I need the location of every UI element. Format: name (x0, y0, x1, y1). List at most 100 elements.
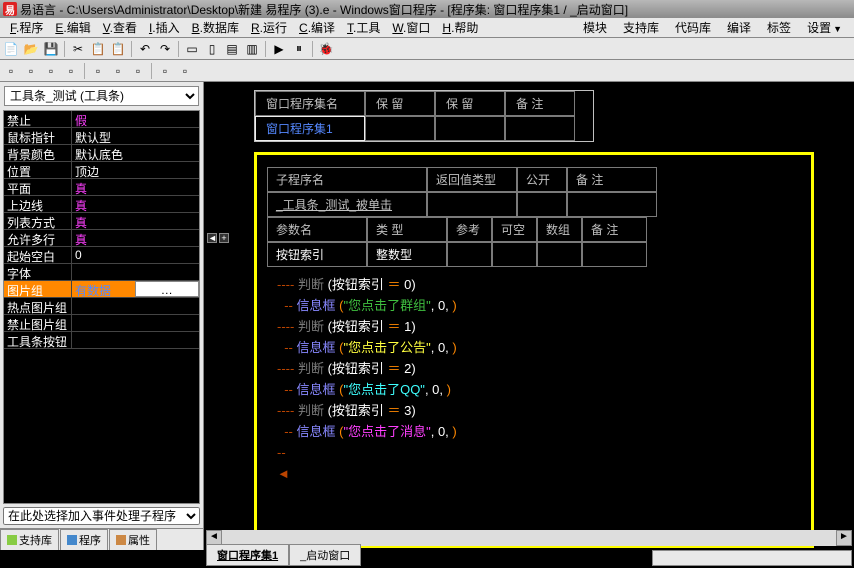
align5-button[interactable]: ▫ (89, 62, 107, 80)
code-line[interactable]: -- (267, 443, 801, 464)
property-row[interactable]: 允许多行真 (4, 230, 199, 247)
menu-item[interactable]: B.数据库 (186, 21, 245, 35)
paste-button[interactable]: 📋 (109, 40, 127, 58)
code-line[interactable]: -- 信息框 ("您点击了QQ", 0, ) (267, 380, 801, 401)
property-row[interactable]: 列表方式真 (4, 213, 199, 230)
property-grid[interactable]: 禁止假鼠标指针默认型背景颜色默认底色位置顶边平面真上边线真列表方式真允许多行真起… (3, 110, 200, 504)
property-value[interactable]: 真 (72, 196, 199, 212)
new-button[interactable]: 📄 (2, 40, 20, 58)
menu-right-item[interactable]: 代码库 (667, 21, 719, 35)
run-button[interactable]: ▶ (270, 40, 288, 58)
pause-button[interactable]: ⏸ (290, 40, 308, 58)
menu-item[interactable]: T.工具 (341, 21, 386, 35)
menu-item[interactable]: C.编译 (293, 21, 341, 35)
layout4-button[interactable]: ▥ (243, 40, 261, 58)
property-row[interactable]: 字体 (4, 264, 199, 281)
layout2-button[interactable]: ▯ (203, 40, 221, 58)
menu-right-item[interactable]: 编译 (719, 21, 759, 35)
header-cell: 备 注 (505, 91, 575, 116)
property-value[interactable]: 默认底色 (72, 145, 199, 161)
cut-button[interactable]: ✂ (69, 40, 87, 58)
property-row[interactable]: 背景颜色默认底色 (4, 145, 199, 162)
event-select[interactable]: 在此处选择加入事件处理子程序 (3, 507, 200, 525)
property-value[interactable]: 真 (72, 213, 199, 229)
property-value[interactable]: 真 (72, 179, 199, 195)
toolbar-2: ▫ ▫ ▫ ▫ ▫ ▫ ▫ ▫ ▫ (0, 60, 854, 82)
align9-button[interactable]: ▫ (176, 62, 194, 80)
layout1-button[interactable]: ▭ (183, 40, 201, 58)
code-line[interactable]: ---- 判断 (按钮索引 ＝ 3) (267, 401, 801, 422)
align6-button[interactable]: ▫ (109, 62, 127, 80)
menu-item[interactable]: R.运行 (245, 21, 293, 35)
settings-menu[interactable]: 设置▼ (799, 19, 850, 36)
code-line[interactable]: ◄ (267, 464, 801, 485)
code-line[interactable]: -- 信息框 ("您点击了公告", 0, ) (267, 338, 801, 359)
property-value[interactable] (72, 298, 199, 314)
open-button[interactable]: 📂 (22, 40, 40, 58)
code-line[interactable]: ---- 判断 (按钮索引 ＝ 1) (267, 317, 801, 338)
property-row[interactable]: 鼠标指针默认型 (4, 128, 199, 145)
property-value[interactable]: 默认型 (72, 128, 199, 144)
tab-program[interactable]: 程序 (60, 529, 108, 550)
tab-startup-window[interactable]: _启动窗口 (289, 544, 361, 566)
scroll-right-arrow[interactable]: ► (836, 530, 852, 546)
code-line[interactable]: ---- 判断 (按钮索引 ＝ 0) (267, 275, 801, 296)
align2-button[interactable]: ▫ (22, 62, 40, 80)
sub-header: 参考 (447, 217, 492, 242)
assembly-name-cell[interactable]: 窗口程序集1 (255, 116, 365, 141)
tab-support-lib[interactable]: 支持库 (0, 529, 59, 550)
code-line[interactable]: -- 信息框 ("您点击了群组", 0, ) (267, 296, 801, 317)
menu-right-item[interactable]: 模块 (575, 21, 615, 35)
property-value[interactable] (72, 332, 199, 348)
menu-item[interactable]: V.查看 (97, 21, 143, 35)
tab-assembly[interactable]: 窗口程序集1 (206, 544, 289, 566)
property-row[interactable]: 平面真 (4, 179, 199, 196)
property-value[interactable]: 顶边 (72, 162, 199, 178)
undo-button[interactable]: ↶ (136, 40, 154, 58)
debug-button[interactable]: 🐞 (317, 40, 335, 58)
align7-button[interactable]: ▫ (129, 62, 147, 80)
menu-item[interactable]: W.窗口 (386, 21, 436, 35)
gutter-controls[interactable]: ◄+ (206, 232, 230, 244)
layout3-button[interactable]: ▤ (223, 40, 241, 58)
property-row[interactable]: 工具条按钮 (4, 332, 199, 349)
property-value[interactable] (72, 264, 199, 280)
property-row[interactable]: 起始空白0 (4, 247, 199, 264)
menu-item[interactable]: E.编辑 (49, 21, 96, 35)
property-value[interactable]: 有数据 (72, 281, 135, 297)
save-button[interactable]: 💾 (42, 40, 60, 58)
property-label: 热点图片组 (4, 298, 72, 314)
align3-button[interactable]: ▫ (42, 62, 60, 80)
ellipsis-button[interactable]: … (135, 281, 200, 297)
tab-properties[interactable]: 属性 (109, 529, 157, 550)
component-select[interactable]: 工具条_测试 (工具条) (4, 86, 199, 106)
align1-button[interactable]: ▫ (2, 62, 20, 80)
property-row[interactable]: 禁止图片组 (4, 315, 199, 332)
menu-item[interactable]: F.程序 (4, 21, 49, 35)
subroutine-name-link[interactable]: _工具条_测试_被单击 (267, 192, 427, 217)
copy-button[interactable]: 📋 (89, 40, 107, 58)
menu-item[interactable]: H.帮助 (436, 21, 484, 35)
property-row[interactable]: 上边线真 (4, 196, 199, 213)
menu-right-item[interactable]: 支持库 (615, 21, 667, 35)
menu-right-item[interactable]: 标签 (759, 21, 799, 35)
menu-item[interactable]: I.插入 (143, 21, 186, 35)
code-line[interactable]: -- 信息框 ("您点击了消息", 0, ) (267, 422, 801, 443)
align4-button[interactable]: ▫ (62, 62, 80, 80)
property-value[interactable]: 真 (72, 230, 199, 246)
property-row[interactable]: 禁止假 (4, 111, 199, 128)
param-name[interactable]: 按钮索引 (267, 242, 367, 267)
property-value[interactable]: 假 (72, 111, 199, 127)
align8-button[interactable]: ▫ (156, 62, 174, 80)
redo-button[interactable]: ↷ (156, 40, 174, 58)
code-body[interactable]: ---- 判断 (按钮索引 ＝ 0) -- 信息框 ("您点击了群组", 0, … (267, 275, 801, 485)
param-type[interactable]: 整数型 (367, 242, 447, 267)
titlebar-text: 易语言 - C:\Users\Administrator\Desktop\新建 … (20, 1, 628, 18)
titlebar: 易 易语言 - C:\Users\Administrator\Desktop\新… (0, 0, 854, 18)
property-row[interactable]: 热点图片组 (4, 298, 199, 315)
code-line[interactable]: ---- 判断 (按钮索引 ＝ 2) (267, 359, 801, 380)
property-value[interactable]: 0 (72, 247, 199, 263)
property-row[interactable]: 位置顶边 (4, 162, 199, 179)
property-value[interactable] (72, 315, 199, 331)
property-row[interactable]: 图片组有数据… (4, 281, 199, 298)
